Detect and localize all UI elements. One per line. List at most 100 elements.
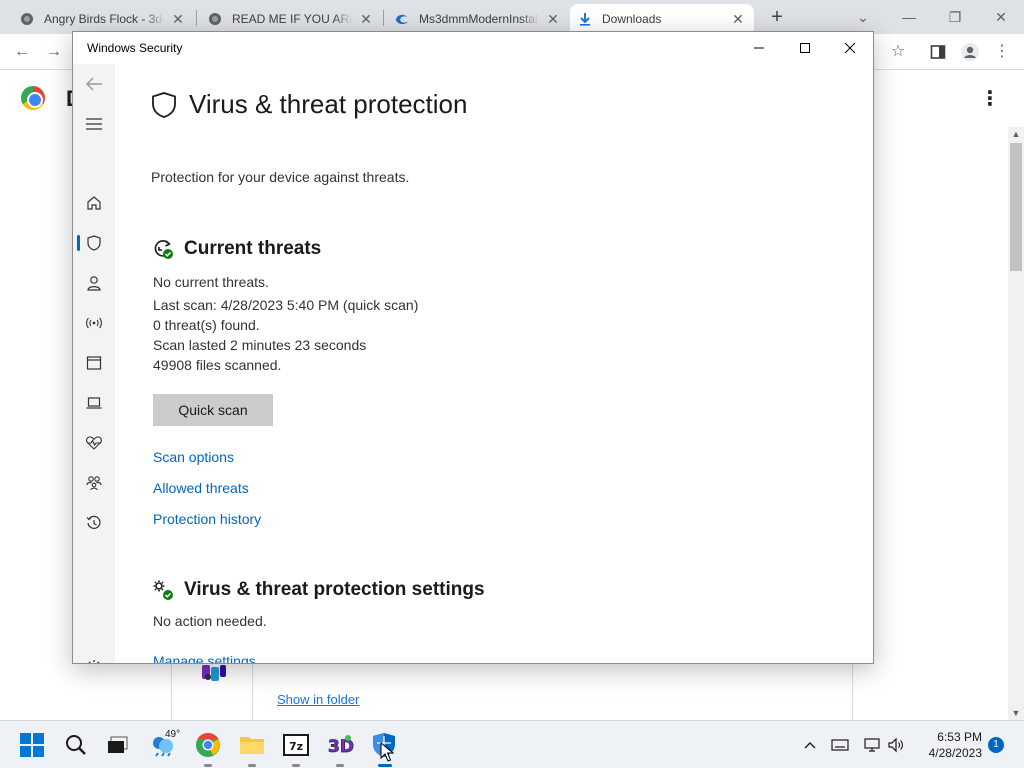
tab-search-chevron-icon[interactable]: ⌄ [840, 4, 886, 30]
close-tab-icon[interactable]: ✕ [730, 11, 746, 27]
close-tab-icon[interactable]: ✕ [545, 11, 561, 27]
show-hidden-icons-chevron-icon[interactable] [800, 735, 820, 755]
scroll-up-arrow-icon[interactable]: ▲ [1008, 127, 1024, 141]
close-tab-icon[interactable]: ✕ [358, 11, 374, 27]
taskbar-3dmm[interactable]: 3D [324, 729, 356, 767]
forward-arrow-icon[interactable]: → [42, 40, 66, 64]
nav-account-protection[interactable] [73, 267, 115, 299]
menu-hamburger-button[interactable] [73, 108, 115, 140]
close-tab-icon[interactable]: ✕ [170, 11, 186, 27]
laptop-icon [86, 397, 102, 409]
taskbar-search-button[interactable] [60, 729, 92, 761]
wifi-antenna-icon [86, 317, 102, 329]
7zip-icon: 7z [283, 734, 309, 756]
hamburger-icon [86, 118, 102, 130]
taskbar-7zip[interactable]: 7z [280, 729, 312, 767]
window-title: Windows Security [87, 41, 183, 55]
downloads-more-icon[interactable]: ⋮ [978, 86, 1002, 112]
protection-settings-heading: Virus & threat protection settings [184, 579, 485, 600]
globe-icon [208, 12, 222, 26]
running-indicator [292, 764, 300, 767]
navigation-rail [73, 64, 115, 663]
nav-app-browser-control[interactable] [73, 347, 115, 379]
mouse-cursor-icon [380, 742, 394, 762]
weather-temperature: 49° [165, 729, 181, 740]
scan-refresh-check-icon [154, 240, 173, 259]
tab-title: READ ME IF YOU ARE NEW [232, 12, 352, 26]
minimize-icon [754, 47, 764, 49]
browser-menu-icon[interactable]: ⋮ [990, 40, 1014, 64]
new-tab-button[interactable]: + [766, 7, 788, 29]
task-view-button[interactable] [102, 729, 134, 761]
allowed-threats-link[interactable]: Allowed threats [153, 480, 249, 496]
app-window-icon [86, 356, 102, 370]
nav-device-health[interactable] [73, 427, 115, 459]
clock-time: 6:53 PM [937, 730, 982, 744]
clock-date: 4/28/2023 [928, 746, 982, 760]
family-icon [86, 476, 102, 491]
running-indicator [336, 764, 344, 767]
browser-tab[interactable]: Angry Birds Flock - 3dmm ✕ [12, 4, 194, 34]
tab-separator [196, 10, 197, 26]
current-threats-header: Current threats [152, 238, 321, 260]
browser-restore-button[interactable]: ❐ [932, 4, 978, 30]
nav-family-options[interactable] [73, 467, 115, 499]
nav-home[interactable] [73, 187, 115, 219]
chrome-icon [196, 733, 220, 757]
nav-protection-history[interactable] [73, 507, 115, 539]
edge-icon [395, 12, 409, 26]
back-arrow-icon[interactable]: ← [10, 40, 34, 64]
files-scanned-line: 49908 files scanned. [153, 357, 282, 373]
nav-firewall[interactable] [73, 307, 115, 339]
taskbar-clock[interactable]: 6:53 PM 4/28/2023 [912, 729, 982, 761]
side-panel-icon[interactable] [926, 40, 950, 64]
settings-gears-check-icon [153, 580, 173, 600]
protection-history-link[interactable]: Protection history [153, 511, 261, 527]
network-tray-icon[interactable] [862, 735, 882, 755]
threat-status-line: No current threats. [153, 274, 269, 290]
globe-icon [20, 12, 34, 26]
taskbar: 49° 7z 3D 6:53 PM 4/28/2023 1 [0, 720, 1024, 768]
tab-title: Ms3dmmModernInstaller [419, 12, 539, 26]
nav-device-security[interactable] [73, 387, 115, 419]
profile-avatar-icon[interactable] [958, 40, 982, 64]
start-button[interactable] [16, 729, 48, 761]
task-view-icon [108, 736, 128, 753]
keyboard-tray-icon[interactable] [830, 735, 850, 755]
heart-pulse-icon [86, 436, 102, 450]
nav-virus-protection[interactable] [73, 227, 115, 259]
shield-icon [152, 91, 176, 118]
browser-minimize-button[interactable]: — [886, 4, 932, 30]
taskbar-file-explorer[interactable] [236, 729, 268, 767]
folder-icon [240, 737, 264, 754]
browser-tab[interactable]: Ms3dmmModernInstaller ✕ [387, 4, 569, 34]
bookmark-star-icon[interactable]: ☆ [886, 40, 910, 64]
scan-duration-line: Scan lasted 2 minutes 23 seconds [153, 337, 367, 353]
scroll-down-arrow-icon[interactable]: ▼ [1008, 706, 1024, 720]
tab-separator [383, 10, 384, 26]
maximize-button[interactable] [782, 32, 828, 64]
svg-text:7z: 7z [289, 740, 303, 753]
manage-settings-link[interactable]: Manage settings [153, 653, 256, 663]
active-indicator [77, 235, 80, 251]
taskbar-chrome[interactable] [192, 729, 224, 767]
quick-scan-button[interactable]: Quick scan [153, 394, 273, 426]
page-scrollbar[interactable]: ▲ ▼ [1008, 127, 1024, 720]
close-button[interactable] [827, 32, 873, 64]
browser-tab[interactable]: READ ME IF YOU ARE NEW ✕ [200, 4, 382, 34]
nav-settings[interactable] [73, 651, 115, 663]
show-in-folder-link[interactable]: Show in folder [277, 692, 359, 707]
scrollbar-thumb[interactable] [1010, 143, 1022, 271]
minimize-button[interactable] [736, 32, 782, 64]
back-button[interactable] [73, 68, 115, 100]
tab-title: Angry Birds Flock - 3dmm [44, 12, 164, 26]
download-item-card: Show in folder [171, 663, 853, 721]
notification-badge[interactable]: 1 [988, 737, 1004, 753]
page-title: Virus & threat protection [189, 89, 468, 119]
browser-tab-active[interactable]: Downloads ✕ [570, 4, 754, 34]
browser-close-button[interactable]: ✕ [978, 4, 1024, 30]
window-titlebar[interactable]: Windows Security [73, 32, 873, 64]
scan-options-link[interactable]: Scan options [153, 449, 234, 465]
volume-tray-icon[interactable] [886, 735, 906, 755]
protection-settings-header: Virus & threat protection settings [152, 579, 485, 601]
